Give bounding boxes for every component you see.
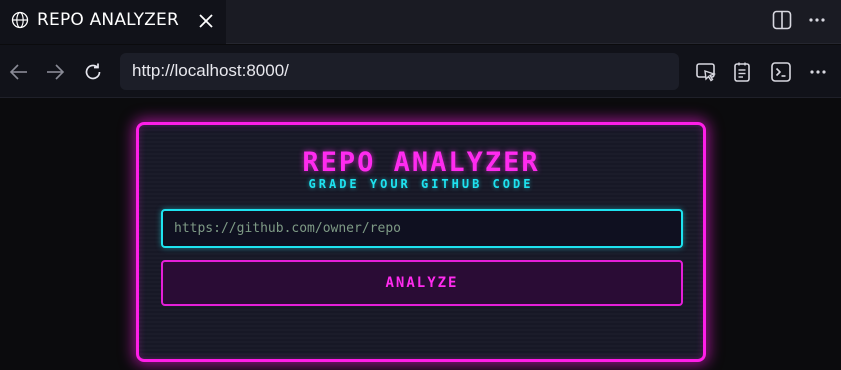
tab-bar: REPO ANALYZER [0,0,841,44]
page-title: REPO ANALYZER [302,147,540,178]
more-options-icon[interactable] [806,9,828,31]
reload-icon[interactable] [82,61,104,83]
cast-icon[interactable] [694,60,718,84]
terminal-icon[interactable] [769,60,793,84]
globe-icon [11,11,29,29]
page-content: REPO ANALYZER GRADE YOUR GITHUB CODE ANA… [0,99,841,370]
browser-tab[interactable]: REPO ANALYZER [0,0,226,44]
split-screen-icon[interactable] [771,9,793,31]
forward-arrow-icon[interactable] [44,61,66,83]
url-text: http://localhost:8000/ [132,61,289,80]
page-subtitle: GRADE YOUR GITHUB CODE [308,177,534,191]
navigation-bar: http://localhost:8000/ [0,45,841,98]
reading-list-icon[interactable] [730,60,754,84]
tab-title: REPO ANALYZER [37,10,179,30]
close-icon[interactable] [196,11,216,31]
repo-url-input[interactable] [161,209,683,248]
address-bar[interactable]: http://localhost:8000/ [120,53,679,90]
analyze-button[interactable]: ANALYZE [161,260,683,306]
more-options-icon[interactable] [806,60,830,84]
analyzer-card: REPO ANALYZER GRADE YOUR GITHUB CODE ANA… [136,122,706,362]
back-arrow-icon[interactable] [8,61,30,83]
